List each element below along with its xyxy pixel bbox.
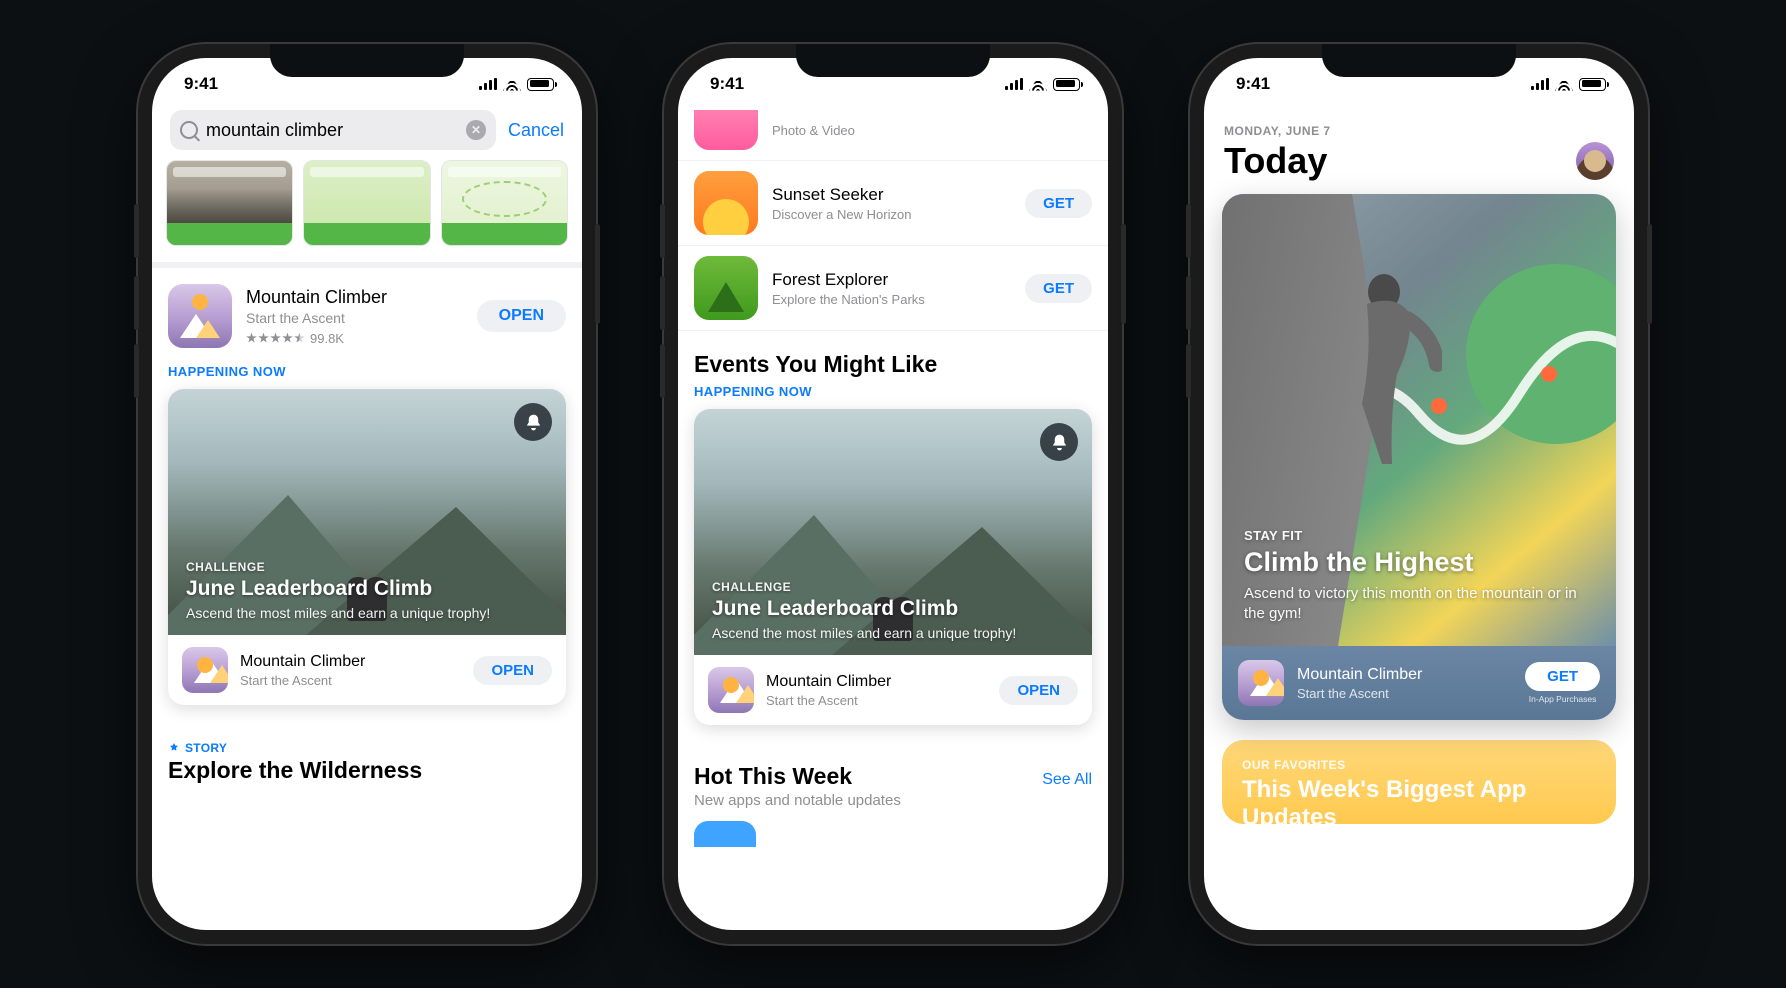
card-desc: Ascend to victory this month on the moun… [1244, 584, 1594, 625]
phone-today: 9:41 MONDAY, JUNE 7 Today HAPPENING NOW [1190, 44, 1648, 944]
see-all-link[interactable]: See All [1042, 771, 1092, 789]
app-tagline: Start the Ascent [240, 673, 365, 688]
event-eyebrow: CHALLENGE [712, 580, 1074, 594]
card-title: Climb the Highest [1244, 547, 1594, 578]
battery-icon [1053, 78, 1080, 91]
wifi-icon [1029, 78, 1047, 91]
favorites-card[interactable]: OUR FAVORITES This Week's Biggest App Up… [1222, 740, 1616, 824]
cellular-icon [1531, 78, 1549, 90]
page-title: Today [1224, 140, 1327, 182]
app-row[interactable]: Photo & Video [678, 110, 1108, 161]
app-tagline: Discover a New Horizon [772, 207, 911, 222]
notch [1322, 44, 1516, 77]
today-card[interactable]: HAPPENING NOW STAY FIT Climb the Highest… [1222, 194, 1616, 720]
today-date: MONDAY, JUNE 7 [1224, 124, 1614, 138]
app-icon [694, 256, 758, 320]
app-result-row[interactable]: Mountain Climber Start the Ascent 99.8K … [152, 268, 582, 364]
app-tagline: Start the Ascent [1297, 686, 1422, 701]
event-desc: Ascend the most miles and earn a unique … [186, 605, 548, 621]
event-title: June Leaderboard Climb [712, 597, 1074, 621]
event-title: June Leaderboard Climb [186, 577, 548, 601]
get-button[interactable]: GET [1025, 189, 1092, 218]
section-title: Hot This Week [694, 763, 901, 790]
app-tagline: Start the Ascent [246, 310, 387, 326]
get-button[interactable]: GET [1025, 274, 1092, 303]
app-row[interactable]: Forest Explorer Explore the Nation's Par… [678, 246, 1108, 331]
status-time: 9:41 [710, 74, 744, 94]
app-icon [182, 647, 228, 693]
screenshot-thumb[interactable] [166, 160, 293, 246]
event-eyebrow: CHALLENGE [186, 560, 548, 574]
open-button[interactable]: OPEN [477, 300, 566, 332]
climber-illustration [1312, 264, 1442, 484]
notch [270, 44, 464, 77]
story-eyebrow: STORY [185, 741, 227, 755]
app-name: Mountain Climber [1297, 666, 1422, 684]
notify-button[interactable] [1040, 423, 1078, 461]
section-title: Events You Might Like [694, 351, 1092, 378]
notch [796, 44, 990, 77]
get-button[interactable]: GET [1525, 662, 1600, 691]
app-icon [708, 667, 754, 713]
iap-label: In-App Purchases [1529, 694, 1597, 704]
happening-now-label: HAPPENING NOW [678, 384, 1108, 409]
app-row[interactable]: Sunset Seeker Discover a New Horizon GET [678, 161, 1108, 246]
app-category: Photo & Video [772, 123, 855, 138]
event-card[interactable]: CHALLENGE June Leaderboard Climb Ascend … [694, 409, 1092, 725]
cellular-icon [479, 78, 497, 90]
ratings-count: 99.8K [310, 331, 344, 346]
search-field[interactable]: ✕ [170, 110, 496, 150]
story-title: Explore the Wilderness [168, 757, 566, 784]
screenshot-thumb[interactable] [441, 160, 568, 246]
screenshot-thumb[interactable] [303, 160, 430, 246]
app-name: Mountain Climber [766, 673, 891, 691]
app-icon [694, 110, 758, 150]
phone-browse: 9:41 Photo & Video Sunset Seeker Discove… [664, 44, 1122, 944]
cancel-button[interactable]: Cancel [508, 120, 564, 141]
app-icon [168, 284, 232, 348]
app-tagline: Explore the Nation's Parks [772, 292, 925, 307]
app-tagline: Start the Ascent [766, 693, 891, 708]
card-eyebrow: OUR FAVORITES [1242, 758, 1596, 772]
status-time: 9:41 [1236, 74, 1270, 94]
open-button[interactable]: OPEN [999, 676, 1078, 705]
card-eyebrow: STAY FIT [1244, 528, 1594, 543]
battery-icon [1579, 78, 1606, 91]
profile-button[interactable] [1576, 142, 1614, 180]
app-name: Sunset Seeker [772, 185, 911, 205]
app-name: Forest Explorer [772, 270, 925, 290]
phone-search: 9:41 ✕ Cancel Mountain Climber [138, 44, 596, 944]
notify-button[interactable] [514, 403, 552, 441]
story-section[interactable]: STORY Explore the Wilderness [152, 723, 582, 790]
status-time: 9:41 [184, 74, 218, 94]
happening-now-label: HAPPENING NOW [152, 364, 582, 389]
wifi-icon [1555, 78, 1573, 91]
event-card[interactable]: CHALLENGE June Leaderboard Climb Ascend … [168, 389, 566, 705]
clear-icon[interactable]: ✕ [466, 120, 486, 140]
card-title: This Week's Biggest App Updates [1242, 776, 1596, 831]
story-icon [168, 742, 180, 754]
app-icon [1238, 660, 1284, 706]
app-name: Mountain Climber [240, 653, 365, 671]
section-subtitle: New apps and notable updates [694, 792, 901, 809]
search-icon [180, 121, 198, 139]
wifi-icon [503, 78, 521, 91]
search-input[interactable] [206, 120, 458, 141]
event-desc: Ascend the most miles and earn a unique … [712, 625, 1074, 641]
battery-icon [527, 78, 554, 91]
screenshot-carousel[interactable] [152, 160, 582, 262]
bell-icon [1050, 433, 1069, 452]
open-button[interactable]: OPEN [473, 656, 552, 685]
app-icon [694, 171, 758, 235]
app-name: Mountain Climber [246, 287, 387, 308]
app-rating: 99.8K [246, 331, 387, 346]
bell-icon [524, 413, 543, 432]
cellular-icon [1005, 78, 1023, 90]
app-icon[interactable] [694, 821, 756, 847]
